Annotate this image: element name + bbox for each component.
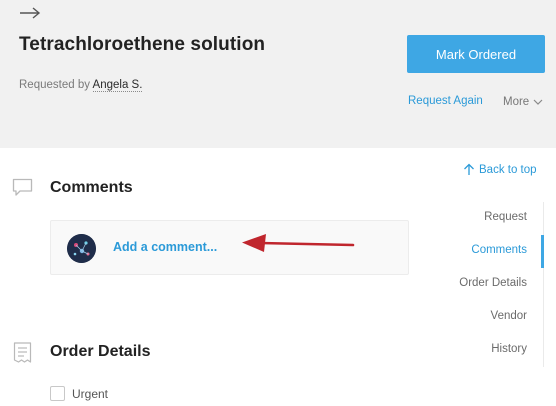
comments-title: Comments <box>50 179 133 196</box>
annotation-arrow-icon <box>242 234 355 252</box>
nav-item-history[interactable]: History <box>491 343 527 355</box>
chevron-down-icon <box>533 99 543 105</box>
nav-item-request[interactable]: Request <box>484 211 527 223</box>
back-to-top-label: Back to top <box>479 163 537 176</box>
mark-ordered-button[interactable]: Mark Ordered <box>407 35 545 73</box>
request-again-link[interactable]: Request Again <box>408 95 483 107</box>
more-label: More <box>503 96 530 108</box>
nav-item-order-details[interactable]: Order Details <box>459 277 527 289</box>
section-nav-indicator <box>541 235 544 268</box>
requested-by: Requested by Angela S. <box>19 79 143 92</box>
order-details-title: Order Details <box>50 343 151 360</box>
add-comment-input[interactable]: Add a comment... <box>113 240 217 254</box>
avatar <box>67 234 96 263</box>
receipt-icon <box>13 342 32 363</box>
page-title: Tetrachloroethene solution <box>19 34 266 55</box>
section-nav-rail <box>543 202 544 367</box>
arrow-up-icon <box>464 163 474 175</box>
requested-by-label: Requested by <box>19 79 90 91</box>
nav-item-vendor[interactable]: Vendor <box>491 310 527 322</box>
request-header: Tetrachloroethene solution Requested by … <box>0 0 556 148</box>
more-menu[interactable]: More <box>503 96 543 108</box>
urgent-checkbox-row[interactable]: Urgent <box>50 386 108 401</box>
arrow-right-icon[interactable] <box>18 5 42 21</box>
comment-icon <box>12 178 33 196</box>
urgent-checkbox[interactable] <box>50 386 65 401</box>
back-to-top-link[interactable]: Back to top <box>463 163 537 176</box>
nav-item-comments[interactable]: Comments <box>471 244 527 256</box>
urgent-label: Urgent <box>72 386 109 401</box>
requester-link[interactable]: Angela S. <box>92 79 143 92</box>
